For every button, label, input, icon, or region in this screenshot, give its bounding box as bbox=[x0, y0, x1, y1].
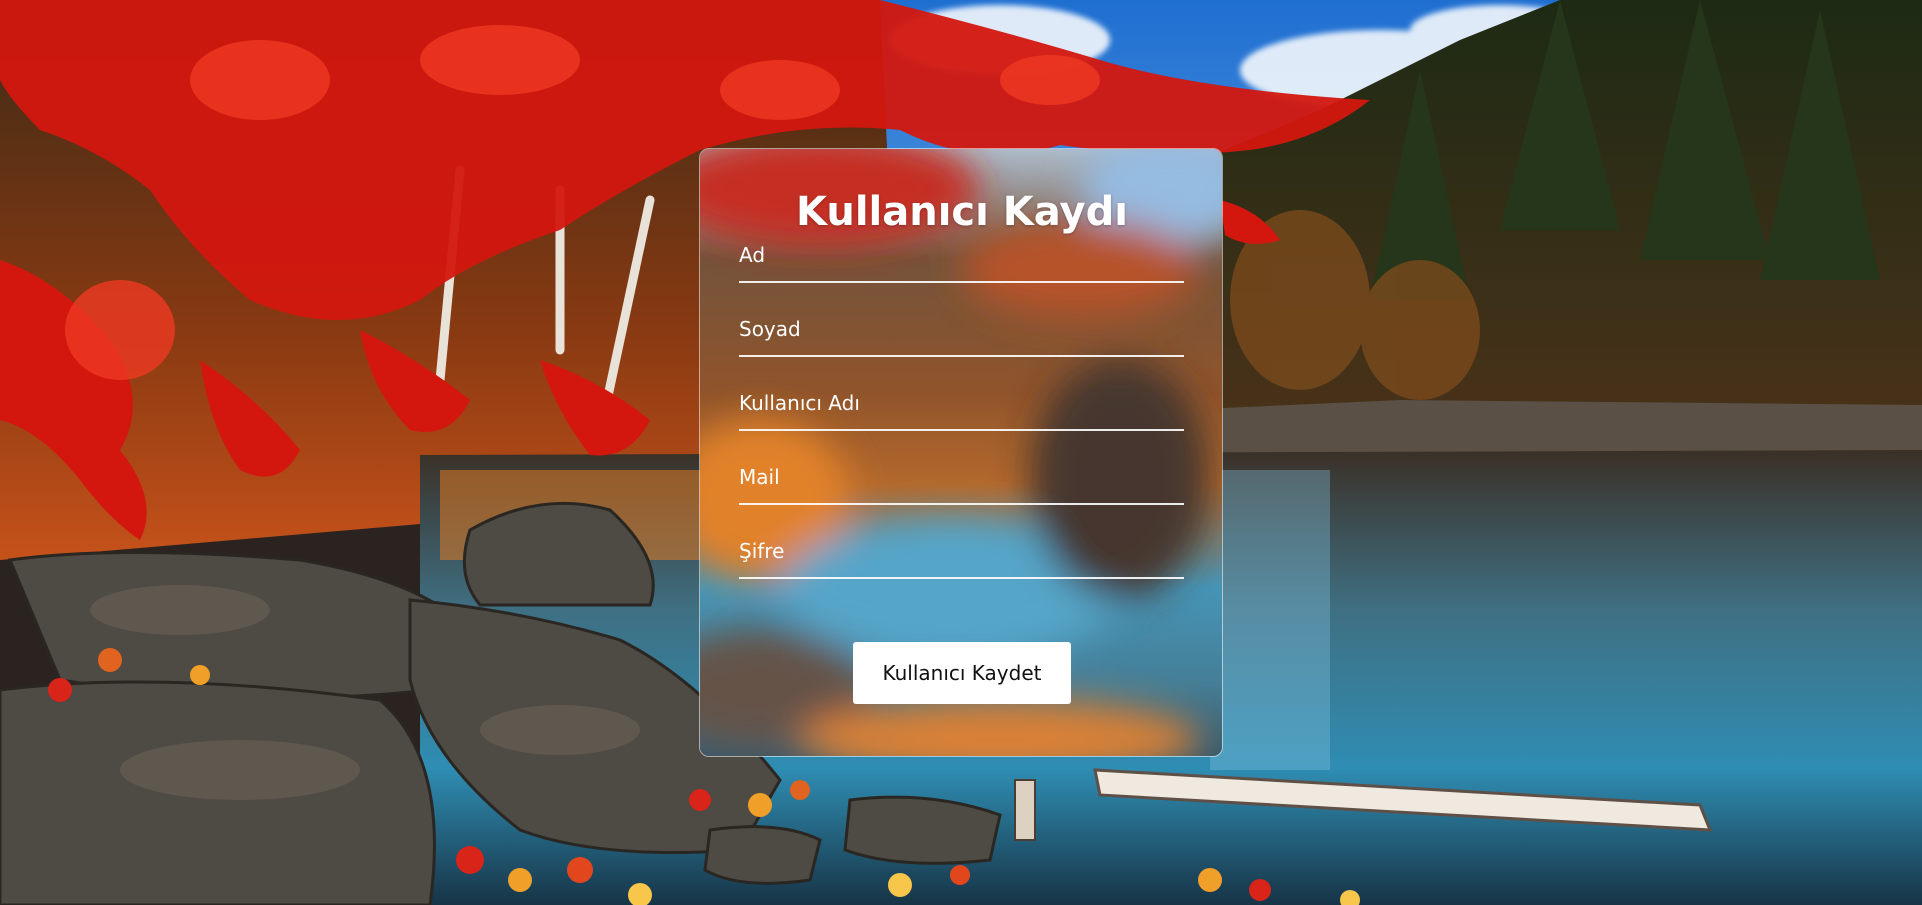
page-background: Kullanıcı Kaydı Kullanıcı Kaydet bbox=[0, 0, 1922, 905]
first-name-input[interactable] bbox=[739, 231, 1184, 279]
username-field-wrapper bbox=[739, 379, 1184, 431]
password-field-wrapper bbox=[739, 527, 1184, 579]
registration-form: Kullanıcı Kaydı Kullanıcı Kaydet bbox=[700, 149, 1222, 756]
register-user-button[interactable]: Kullanıcı Kaydet bbox=[853, 642, 1071, 704]
password-input[interactable] bbox=[739, 527, 1184, 575]
registration-card: Kullanıcı Kaydı Kullanıcı Kaydet bbox=[699, 148, 1223, 757]
last-name-field-wrapper bbox=[739, 305, 1184, 357]
email-input[interactable] bbox=[739, 453, 1184, 501]
username-input[interactable] bbox=[739, 379, 1184, 427]
last-name-input[interactable] bbox=[739, 305, 1184, 353]
form-title: Kullanıcı Kaydı bbox=[796, 189, 1128, 235]
first-name-field-wrapper bbox=[739, 231, 1184, 283]
email-field-wrapper bbox=[739, 453, 1184, 505]
